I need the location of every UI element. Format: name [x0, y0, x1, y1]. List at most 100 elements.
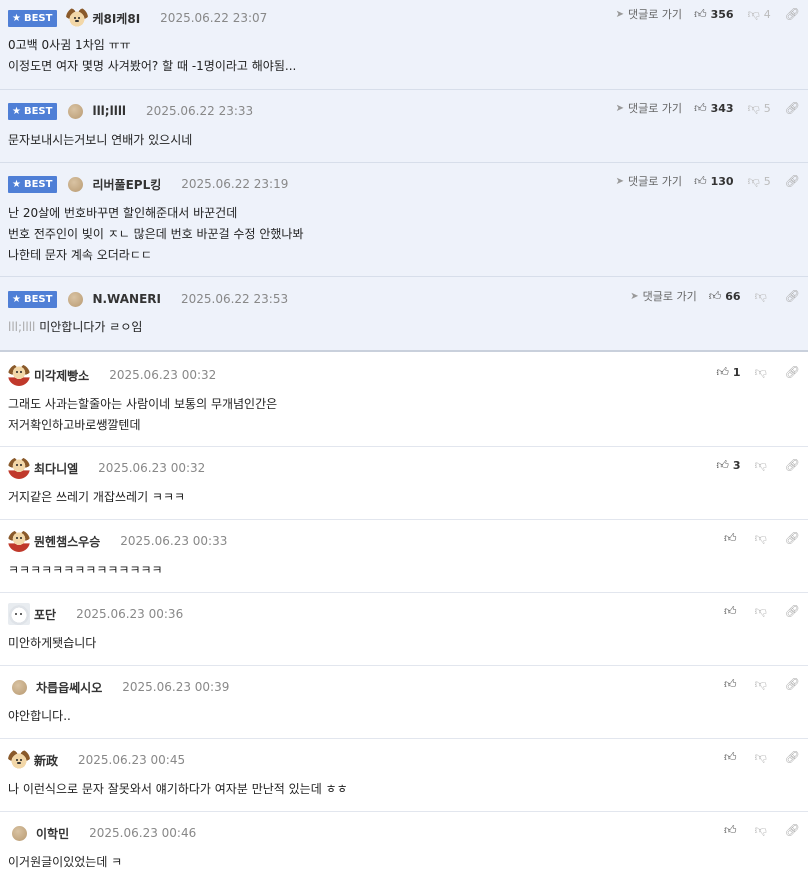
upvote-button[interactable]: 👍︎	[724, 604, 741, 619]
goto-comment-link[interactable]: ➤ 댓글로 가기	[616, 6, 683, 22]
avatar[interactable]	[68, 291, 84, 307]
upvote-button[interactable]: 👍︎ 343	[694, 101, 734, 116]
comment-actions: 👍︎ 👎︎ 🔗︎	[724, 749, 800, 765]
avatar[interactable]	[12, 825, 27, 841]
send-arrow-icon: ➤	[630, 290, 639, 302]
comment-date: 2025.06.23 00:32	[109, 368, 217, 382]
avatar[interactable]	[68, 176, 84, 192]
link-icon[interactable]: 🔗︎	[785, 531, 800, 545]
avatar[interactable]	[8, 457, 30, 479]
downvote-button[interactable]: 👎︎ 4	[748, 7, 771, 22]
comment-header: ★ BEST 케8I케8I 2025.06.22 23:07	[8, 7, 268, 29]
star-icon: ★	[12, 293, 21, 305]
avatar[interactable]	[12, 679, 27, 695]
downvote-button[interactable]: 👎︎ 5	[748, 101, 771, 116]
comment-item: 新政 2025.06.23 00:45 👍︎ 👎︎ 🔗︎ 나 이런식으로 문자 …	[0, 739, 808, 812]
thumb-down-icon: 👎︎	[754, 749, 767, 764]
thumb-down-icon: 👎︎	[747, 173, 760, 188]
thumb-up-icon: 👍︎	[694, 100, 707, 115]
avatar[interactable]	[8, 530, 30, 552]
goto-comment-link[interactable]: ➤ 댓글로 가기	[616, 100, 683, 116]
link-icon[interactable]: 🔗︎	[785, 750, 800, 764]
thumb-down-icon: 👎︎	[754, 457, 767, 472]
comment-item: 미각제빵소 2025.06.23 00:32 👍︎ 1 👎︎ 🔗︎ 그래도 사과는…	[0, 352, 808, 447]
comment-author[interactable]: 新政	[34, 752, 58, 769]
upvote-button[interactable]: 👍︎	[724, 677, 741, 692]
comment-author[interactable]: lll;llll	[92, 104, 126, 118]
comment-date: 2025.06.23 00:39	[122, 680, 230, 694]
upvote-button[interactable]: 👍︎ 66	[709, 289, 741, 304]
comment-actions: 👍︎ 👎︎ 🔗︎	[724, 822, 800, 838]
upvote-button[interactable]: 👍︎	[724, 750, 741, 765]
link-icon[interactable]: 🔗︎	[785, 458, 800, 472]
comment-actions: 👍︎ 👎︎ 🔗︎	[724, 603, 800, 619]
downvote-button[interactable]: 👎︎	[755, 750, 771, 765]
comment-date: 2025.06.22 23:19	[181, 177, 289, 191]
thumb-down-icon: 👎︎	[754, 364, 767, 379]
comment-actions: 👍︎ 👎︎ 🔗︎	[724, 676, 800, 692]
comment-date: 2025.06.23 00:45	[78, 753, 186, 767]
downvote-button[interactable]: 👎︎	[755, 823, 771, 838]
avatar[interactable]	[8, 364, 30, 386]
comment-date: 2025.06.23 00:32	[98, 461, 206, 475]
comment-item: ★ BEST N.WANERI 2025.06.22 23:53 ➤ 댓글로 가기 …	[0, 277, 808, 352]
avatar[interactable]	[68, 103, 84, 119]
avatar[interactable]	[8, 603, 30, 625]
goto-comment-link[interactable]: ➤ 댓글로 가기	[630, 288, 697, 304]
thumb-up-icon: 👍︎	[716, 457, 729, 472]
downvote-button[interactable]: 👎︎	[755, 365, 771, 380]
comment-author[interactable]: 포단	[34, 606, 56, 623]
downvote-button[interactable]: 👎︎	[755, 604, 771, 619]
comment-item: 최다니엘 2025.06.23 00:32 👍︎ 3 👎︎ 🔗︎ 거지같은 쓰레기…	[0, 447, 808, 520]
link-icon[interactable]: 🔗︎	[785, 823, 800, 837]
thumb-up-icon: 👍︎	[708, 288, 722, 303]
comment-author[interactable]: 리버풀EPL킹	[92, 176, 161, 193]
avatar[interactable]	[66, 7, 89, 29]
comment-body: 미안하게됏습니다	[8, 636, 97, 650]
send-arrow-icon: ➤	[615, 102, 624, 114]
downvote-button[interactable]: 👎︎	[755, 458, 771, 473]
comment-header: 이학민 2025.06.23 00:46	[8, 824, 196, 842]
comment-author[interactable]: 케8I케8I	[92, 10, 140, 27]
comment-author[interactable]: 미각제빵소	[34, 367, 89, 384]
comment-body: 이거원글이있었는데 ㅋ	[8, 855, 123, 869]
comment-body: 거지같은 쓰레기 개잡쓰레기 ㅋㅋㅋ	[8, 490, 186, 504]
link-icon[interactable]: 🔗︎	[785, 174, 800, 188]
link-icon[interactable]: 🔗︎	[785, 677, 800, 691]
thumb-down-icon: 👎︎	[747, 6, 760, 21]
goto-comment-link[interactable]: ➤ 댓글로 가기	[616, 173, 683, 189]
downvote-button[interactable]: 👎︎	[755, 531, 771, 546]
star-icon: ★	[12, 105, 21, 117]
comment-author[interactable]: 뭔헨챔스우승	[34, 533, 100, 550]
downvote-button[interactable]: 👎︎	[755, 289, 771, 304]
thumb-up-icon: 👍︎	[724, 530, 737, 545]
comment-date: 2025.06.23 00:46	[89, 826, 197, 840]
comment-author[interactable]: 이학민	[36, 825, 69, 842]
upvote-button[interactable]: 👍︎	[724, 531, 741, 546]
thumb-up-icon: 👍︎	[724, 603, 737, 618]
comment-author[interactable]: N.WANERI	[92, 292, 161, 306]
link-icon[interactable]: 🔗︎	[785, 101, 800, 115]
comment-author[interactable]: 최다니엘	[34, 460, 78, 477]
link-icon[interactable]: 🔗︎	[785, 7, 800, 21]
thumb-down-icon: 👎︎	[754, 822, 767, 837]
upvote-button[interactable]: 👍︎ 1	[716, 365, 740, 380]
upvote-button[interactable]: 👍︎ 356	[694, 7, 734, 22]
comment-body: 0고백 0사귐 1차임 ㅠㅠ 이정도면 여자 몇명 사겨봤어? 할 때 -1명이…	[8, 38, 297, 73]
downvote-button[interactable]: 👎︎ 5	[748, 174, 771, 189]
upvote-button[interactable]: 👍︎	[724, 823, 741, 838]
comment-date: 2025.06.22 23:07	[160, 11, 268, 25]
thumb-up-icon: 👍︎	[694, 6, 707, 21]
comment-item: 뭔헨챔스우승 2025.06.23 00:33 👍︎ 👎︎ 🔗︎ ㅋㅋㅋㅋㅋㅋㅋ…	[0, 520, 808, 593]
best-badge: ★ BEST	[8, 102, 58, 120]
comment-actions: 👍︎ 👎︎ 🔗︎	[724, 530, 800, 546]
link-icon[interactable]: 🔗︎	[785, 289, 800, 303]
link-icon[interactable]: 🔗︎	[785, 604, 800, 618]
link-icon[interactable]: 🔗︎	[785, 365, 800, 379]
comment-author[interactable]: 차릅읍쎄시오	[36, 679, 102, 696]
downvote-button[interactable]: 👎︎	[755, 677, 771, 692]
upvote-button[interactable]: 👍︎ 3	[716, 458, 740, 473]
upvote-button[interactable]: 👍︎ 130	[694, 174, 734, 189]
avatar[interactable]	[8, 749, 30, 771]
comment-header: 미각제빵소 2025.06.23 00:32	[8, 364, 217, 386]
